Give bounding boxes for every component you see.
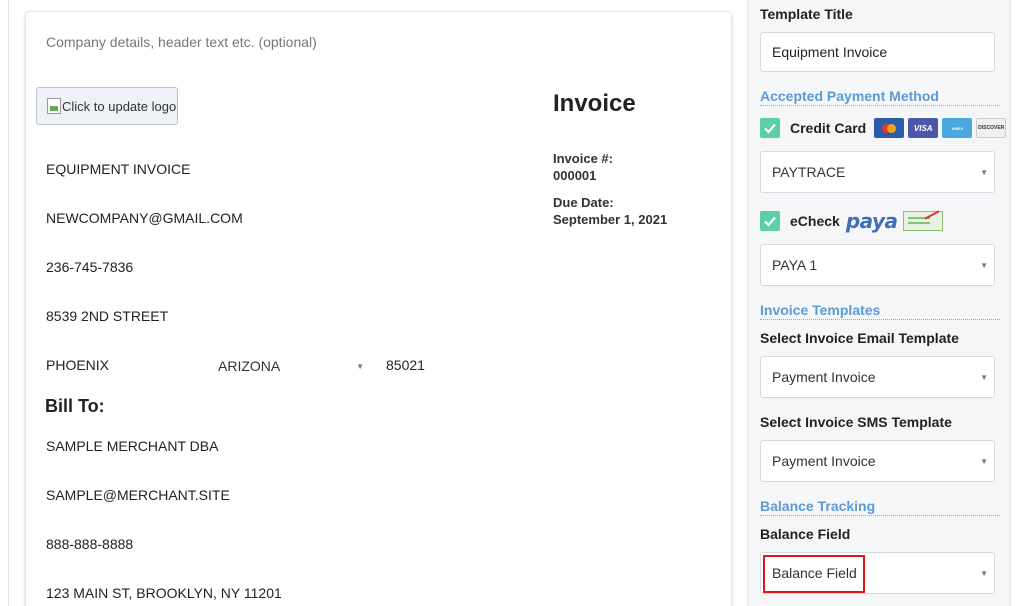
balance-field-select[interactable]: Balance Field ▼ bbox=[760, 552, 995, 594]
email-template-select[interactable]: Payment Invoice ▼ bbox=[760, 356, 995, 398]
page-left-border bbox=[8, 0, 9, 606]
company-state-select[interactable]: ARIZONA ▼ bbox=[218, 355, 364, 377]
chevron-down-icon: ▼ bbox=[980, 260, 988, 270]
echeck-label: eCheck bbox=[790, 213, 840, 229]
update-logo-label: Click to update logo bbox=[62, 98, 177, 114]
company-phone-field[interactable]: 236-745-7836 bbox=[46, 259, 133, 275]
visa-logo: VISA bbox=[908, 118, 939, 138]
sms-template-label: Select Invoice SMS Template bbox=[760, 414, 952, 430]
bill-to-name-field[interactable]: SAMPLE MERCHANT DBA bbox=[46, 438, 218, 454]
chevron-down-icon: ▼ bbox=[980, 167, 988, 177]
bill-to-email-field[interactable]: SAMPLE@MERCHANT.SITE bbox=[46, 487, 230, 503]
sms-template-select[interactable]: Payment Invoice ▼ bbox=[760, 440, 995, 482]
due-date-value[interactable]: September 1, 2021 bbox=[553, 212, 667, 227]
invoice-preview-card: Company details, header text etc. (optio… bbox=[25, 11, 732, 606]
chevron-down-icon: ▼ bbox=[356, 361, 364, 371]
credit-card-checkbox[interactable] bbox=[760, 118, 780, 138]
invoice-number-label: Invoice #: bbox=[553, 151, 613, 166]
due-date-label: Due Date: bbox=[553, 195, 614, 210]
invoice-settings-panel: Template Title Accepted Payment Method C… bbox=[747, 0, 1011, 606]
credit-card-option: Credit Card VISA AMEX DISCOVER bbox=[760, 117, 1007, 139]
template-title-label: Template Title bbox=[760, 6, 853, 22]
balance-field-value: Balance Field bbox=[772, 565, 857, 581]
payment-method-heading: Accepted Payment Method bbox=[760, 88, 1000, 106]
echeck-checkbox[interactable] bbox=[760, 211, 780, 231]
company-details-field[interactable]: Company details, header text etc. (optio… bbox=[46, 34, 317, 50]
bill-to-address-field[interactable]: 123 MAIN ST, BROOKLYN, NY 11201 bbox=[46, 585, 282, 601]
bill-to-heading: Bill To: bbox=[45, 396, 105, 416]
check-image-icon bbox=[902, 211, 943, 231]
mastercard-logo bbox=[874, 118, 905, 138]
company-email-field[interactable]: NEWCOMPANY@GMAIL.COM bbox=[46, 210, 243, 226]
credit-card-gateway-select[interactable]: PAYTRACE ▼ bbox=[760, 151, 995, 193]
amex-logo: AMEX bbox=[942, 118, 973, 138]
broken-image-icon bbox=[47, 98, 61, 114]
invoice-number-value[interactable]: 000001 bbox=[553, 168, 596, 183]
company-state-value: ARIZONA bbox=[218, 358, 281, 374]
bill-to-phone-field[interactable]: 888-888-8888 bbox=[46, 536, 133, 552]
company-street-field[interactable]: 8539 2ND STREET bbox=[46, 308, 168, 324]
sms-template-value: Payment Invoice bbox=[772, 453, 876, 469]
company-city-field[interactable]: PHOENIX bbox=[46, 357, 109, 373]
chevron-down-icon: ▼ bbox=[980, 568, 988, 578]
discover-logo: DISCOVER bbox=[976, 118, 1007, 138]
balance-field-label: Balance Field bbox=[760, 526, 851, 542]
credit-card-gateway-value: PAYTRACE bbox=[772, 164, 846, 180]
chevron-down-icon: ▼ bbox=[980, 372, 988, 382]
company-zip-field[interactable]: 85021 bbox=[386, 357, 425, 373]
paya-logo: paya bbox=[845, 209, 898, 233]
credit-card-label: Credit Card bbox=[790, 120, 867, 136]
balance-tracking-heading: Balance Tracking bbox=[760, 498, 1000, 516]
invoice-title: Invoice bbox=[553, 90, 636, 117]
company-name-field[interactable]: EQUIPMENT INVOICE bbox=[46, 161, 190, 177]
email-template-label: Select Invoice Email Template bbox=[760, 330, 959, 346]
echeck-option: eCheck paya bbox=[760, 209, 943, 233]
echeck-gateway-select[interactable]: PAYA 1 ▼ bbox=[760, 244, 995, 286]
echeck-gateway-value: PAYA 1 bbox=[772, 257, 818, 273]
update-logo-button[interactable]: Click to update logo bbox=[36, 87, 178, 125]
invoice-templates-heading: Invoice Templates bbox=[760, 302, 1000, 320]
email-template-value: Payment Invoice bbox=[772, 369, 876, 385]
chevron-down-icon: ▼ bbox=[980, 456, 988, 466]
template-title-input[interactable] bbox=[760, 32, 995, 72]
checkmark-icon bbox=[764, 123, 776, 134]
checkmark-icon bbox=[764, 216, 776, 227]
